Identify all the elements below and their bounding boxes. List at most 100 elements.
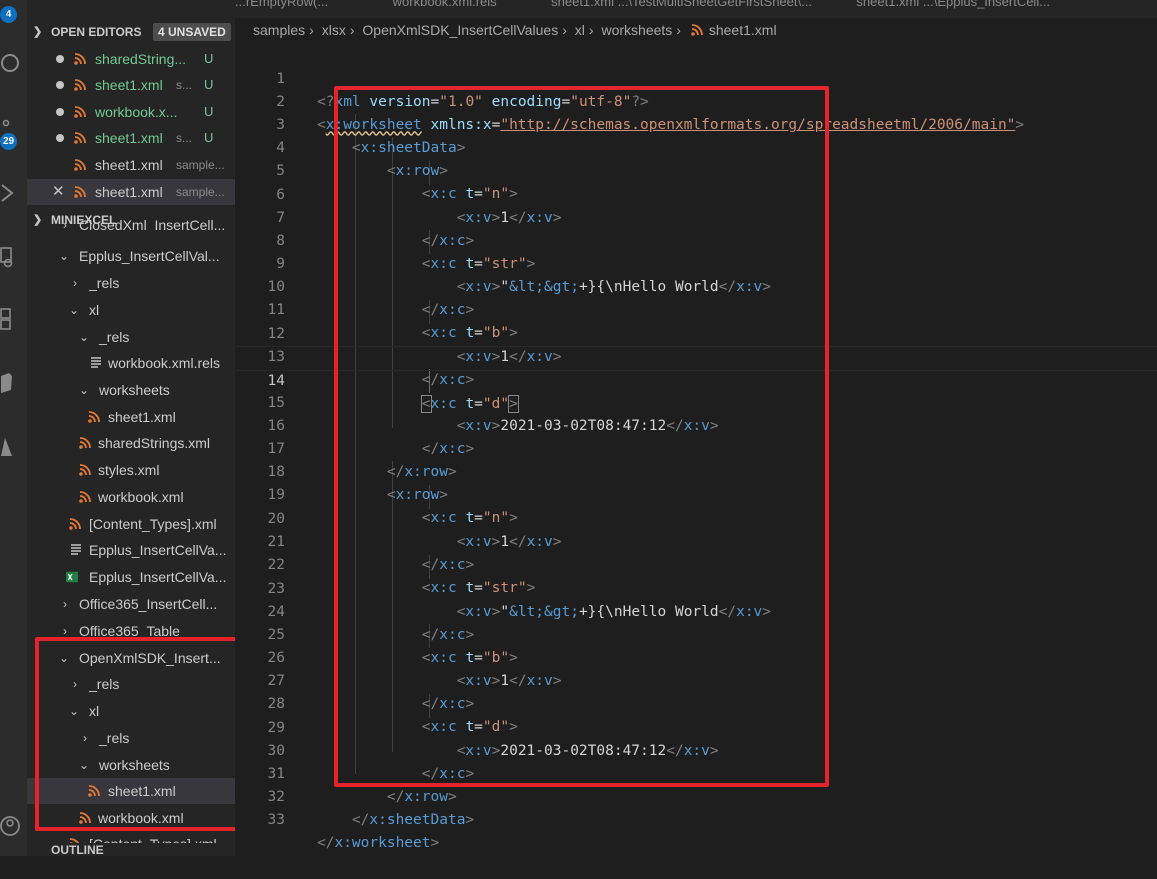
tree-item[interactable]: styles.xml bbox=[27, 457, 235, 483]
tree-item[interactable]: sharedStrings.xml bbox=[27, 430, 235, 456]
git-untracked-mark: U bbox=[204, 104, 214, 119]
tree-item[interactable]: ⌄ xl bbox=[27, 297, 235, 323]
source-control-badge: 29 bbox=[0, 133, 17, 150]
search-icon[interactable] bbox=[0, 53, 22, 75]
open-editor-item[interactable]: sheet1.xml sample... bbox=[27, 152, 235, 178]
open-editor-item[interactable]: sharedString... U bbox=[27, 46, 235, 72]
remote-explorer-icon[interactable] bbox=[0, 246, 22, 268]
tree-item-label: sharedStrings.xml bbox=[98, 435, 211, 451]
tree-item-label: Office365_InsertCell... bbox=[79, 596, 218, 612]
tree-item[interactable]: [Content_Types].xml bbox=[27, 831, 235, 843]
breadcrumb-separator: › bbox=[562, 22, 567, 38]
tree-item-label: styles.xml bbox=[98, 462, 160, 478]
tree-item-label: ClosedXml_InsertCell... bbox=[79, 218, 226, 232]
tab-0[interactable]: ...rEmptyRow(... bbox=[235, 0, 338, 12]
code-line[interactable]: 1 <?xml version="1.0" encoding="utf-8"?> bbox=[235, 45, 1157, 110]
xml-file-icon bbox=[74, 106, 86, 118]
xml-file-icon bbox=[74, 53, 86, 65]
xml-file-icon bbox=[79, 437, 91, 449]
tree-item-label: Epplus_InsertCellVal... bbox=[79, 248, 220, 264]
chevron-down-icon: ❯ bbox=[33, 26, 43, 38]
open-editors-header[interactable]: ❯ OPEN EDITORS 4 UNSAVED bbox=[27, 19, 235, 45]
tree-item[interactable]: › ClosedXml_InsertCell... bbox=[27, 218, 235, 232]
git-untracked-mark: U bbox=[204, 130, 214, 145]
tree-item[interactable]: ⌄ Epplus_InsertCellVal... bbox=[27, 243, 235, 269]
git-untracked-mark: U bbox=[204, 51, 214, 66]
breadcrumb-item[interactable]: xlsx bbox=[322, 22, 346, 38]
tree-item-label: [Content_Types].xml bbox=[89, 831, 217, 843]
editor-area[interactable]: samples › xlsx › OpenXmlSDK_InsertCellValu… bbox=[235, 18, 1157, 856]
breadcrumb-separator: › bbox=[349, 22, 355, 38]
chevron-down-icon: ⌄ bbox=[79, 383, 90, 397]
explorer-badge: 4 bbox=[0, 6, 17, 23]
breadcrumb: samples › xlsx › OpenXmlSDK_InsertCellValu… bbox=[253, 22, 777, 38]
code-line[interactable]: 33 </x:worksheet> bbox=[235, 786, 1157, 851]
tree-item[interactable]: Epplus_InsertCellVa... bbox=[27, 564, 235, 590]
xml-file-icon bbox=[88, 411, 100, 423]
unsaved-dot-icon[interactable] bbox=[56, 81, 64, 89]
open-editor-item[interactable]: workbook.x... U bbox=[27, 99, 235, 125]
breadcrumb-item[interactable]: worksheets bbox=[601, 22, 672, 38]
tree-item[interactable]: ⌄ worksheets bbox=[27, 377, 235, 403]
unsaved-dot-icon[interactable] bbox=[56, 134, 64, 142]
line-text: </x:worksheet> bbox=[317, 835, 440, 852]
chevron-down-icon: ⌄ bbox=[69, 303, 80, 317]
tree-item[interactable]: › _rels bbox=[27, 270, 235, 296]
accounts-icon[interactable] bbox=[0, 815, 22, 837]
tab-1[interactable]: workbook.xml.rels bbox=[383, 0, 507, 12]
tree-item-label: _rels bbox=[89, 275, 120, 291]
open-editor-name: sheet1.xml bbox=[95, 157, 163, 173]
chevron-right-icon: › bbox=[73, 276, 77, 290]
excel-file-icon bbox=[66, 571, 78, 583]
open-editor-item[interactable]: sheet1.xml s... U bbox=[27, 72, 235, 98]
open-editors-title: OPEN EDITORS bbox=[51, 25, 142, 39]
open-editor-name: sheet1.xml bbox=[95, 130, 163, 146]
breadcrumb-item[interactable]: sheet1.xml bbox=[709, 22, 777, 38]
tab-3[interactable]: sheet1.xml ...\Epplus_InsertCell... bbox=[846, 0, 1060, 12]
explorer-sidebar: ❯ OPEN EDITORS 4 UNSAVED sharedString...… bbox=[27, 0, 235, 856]
open-editor-item[interactable]: sheet1.xml s... U bbox=[27, 125, 235, 151]
annotation-box-tree bbox=[35, 637, 235, 831]
tree-item[interactable]: sheet1.xml bbox=[27, 404, 235, 430]
run-debug-icon[interactable] bbox=[0, 182, 22, 204]
xml-file-icon bbox=[74, 132, 86, 144]
tree-item-label: xl bbox=[89, 302, 100, 318]
unsaved-count-badge: 4 UNSAVED bbox=[153, 23, 231, 41]
chevron-right-icon: › bbox=[63, 218, 67, 232]
unsaved-dot-icon[interactable] bbox=[56, 55, 64, 63]
tab-2[interactable]: sheet1.xml ...\TestMultiSheetGetFirstShe… bbox=[541, 0, 822, 12]
tree-item-label: Epplus_InsertCellVa... bbox=[89, 569, 227, 585]
outline-title: OUTLINE bbox=[51, 845, 104, 856]
tree-item[interactable]: ⌄ _rels bbox=[27, 324, 235, 350]
extensions-icon[interactable] bbox=[0, 308, 22, 330]
tree-item-label: worksheets bbox=[99, 382, 170, 398]
xml-file-icon bbox=[74, 159, 86, 171]
breadcrumb-separator: › bbox=[676, 22, 681, 38]
angular-icon[interactable] bbox=[0, 372, 22, 394]
xml-file-icon bbox=[74, 79, 86, 91]
tree-item[interactable]: workbook.xml bbox=[27, 484, 235, 510]
tree-item[interactable]: [Content_Types].xml bbox=[27, 511, 235, 537]
outline-header[interactable]: OUTLINE bbox=[27, 845, 235, 856]
xml-file-icon bbox=[79, 491, 91, 503]
azure-icon[interactable] bbox=[0, 436, 22, 458]
open-editor-name: workbook.x... bbox=[95, 104, 178, 120]
open-editor-path: s... bbox=[176, 131, 193, 145]
tree-item[interactable]: workbook.xml.rels bbox=[27, 350, 235, 376]
text-file-icon bbox=[91, 357, 101, 368]
tree-item[interactable]: › Office365_InsertCell... bbox=[27, 591, 235, 617]
git-untracked-mark: U bbox=[204, 77, 214, 92]
close-icon[interactable]: ✕ bbox=[52, 179, 65, 205]
text-file-icon bbox=[71, 544, 81, 555]
breadcrumb-item[interactable]: xl bbox=[575, 22, 585, 38]
activity-bar: 4 29 bbox=[0, 0, 27, 856]
tree-item-label: [Content_Types].xml bbox=[89, 516, 217, 532]
breadcrumb-item[interactable]: samples bbox=[253, 22, 305, 38]
breadcrumb-item[interactable]: OpenXmlSDK_InsertCellValues bbox=[362, 22, 558, 38]
open-editor-path: s... bbox=[176, 78, 193, 92]
open-editor-item-active[interactable]: ✕ sheet1.xml sample... bbox=[27, 179, 235, 205]
open-editor-path: sample... bbox=[176, 158, 225, 172]
tree-item-label: workbook.xml bbox=[98, 489, 184, 505]
tree-item[interactable]: Epplus_InsertCellVa... bbox=[27, 537, 235, 563]
unsaved-dot-icon[interactable] bbox=[56, 108, 64, 116]
